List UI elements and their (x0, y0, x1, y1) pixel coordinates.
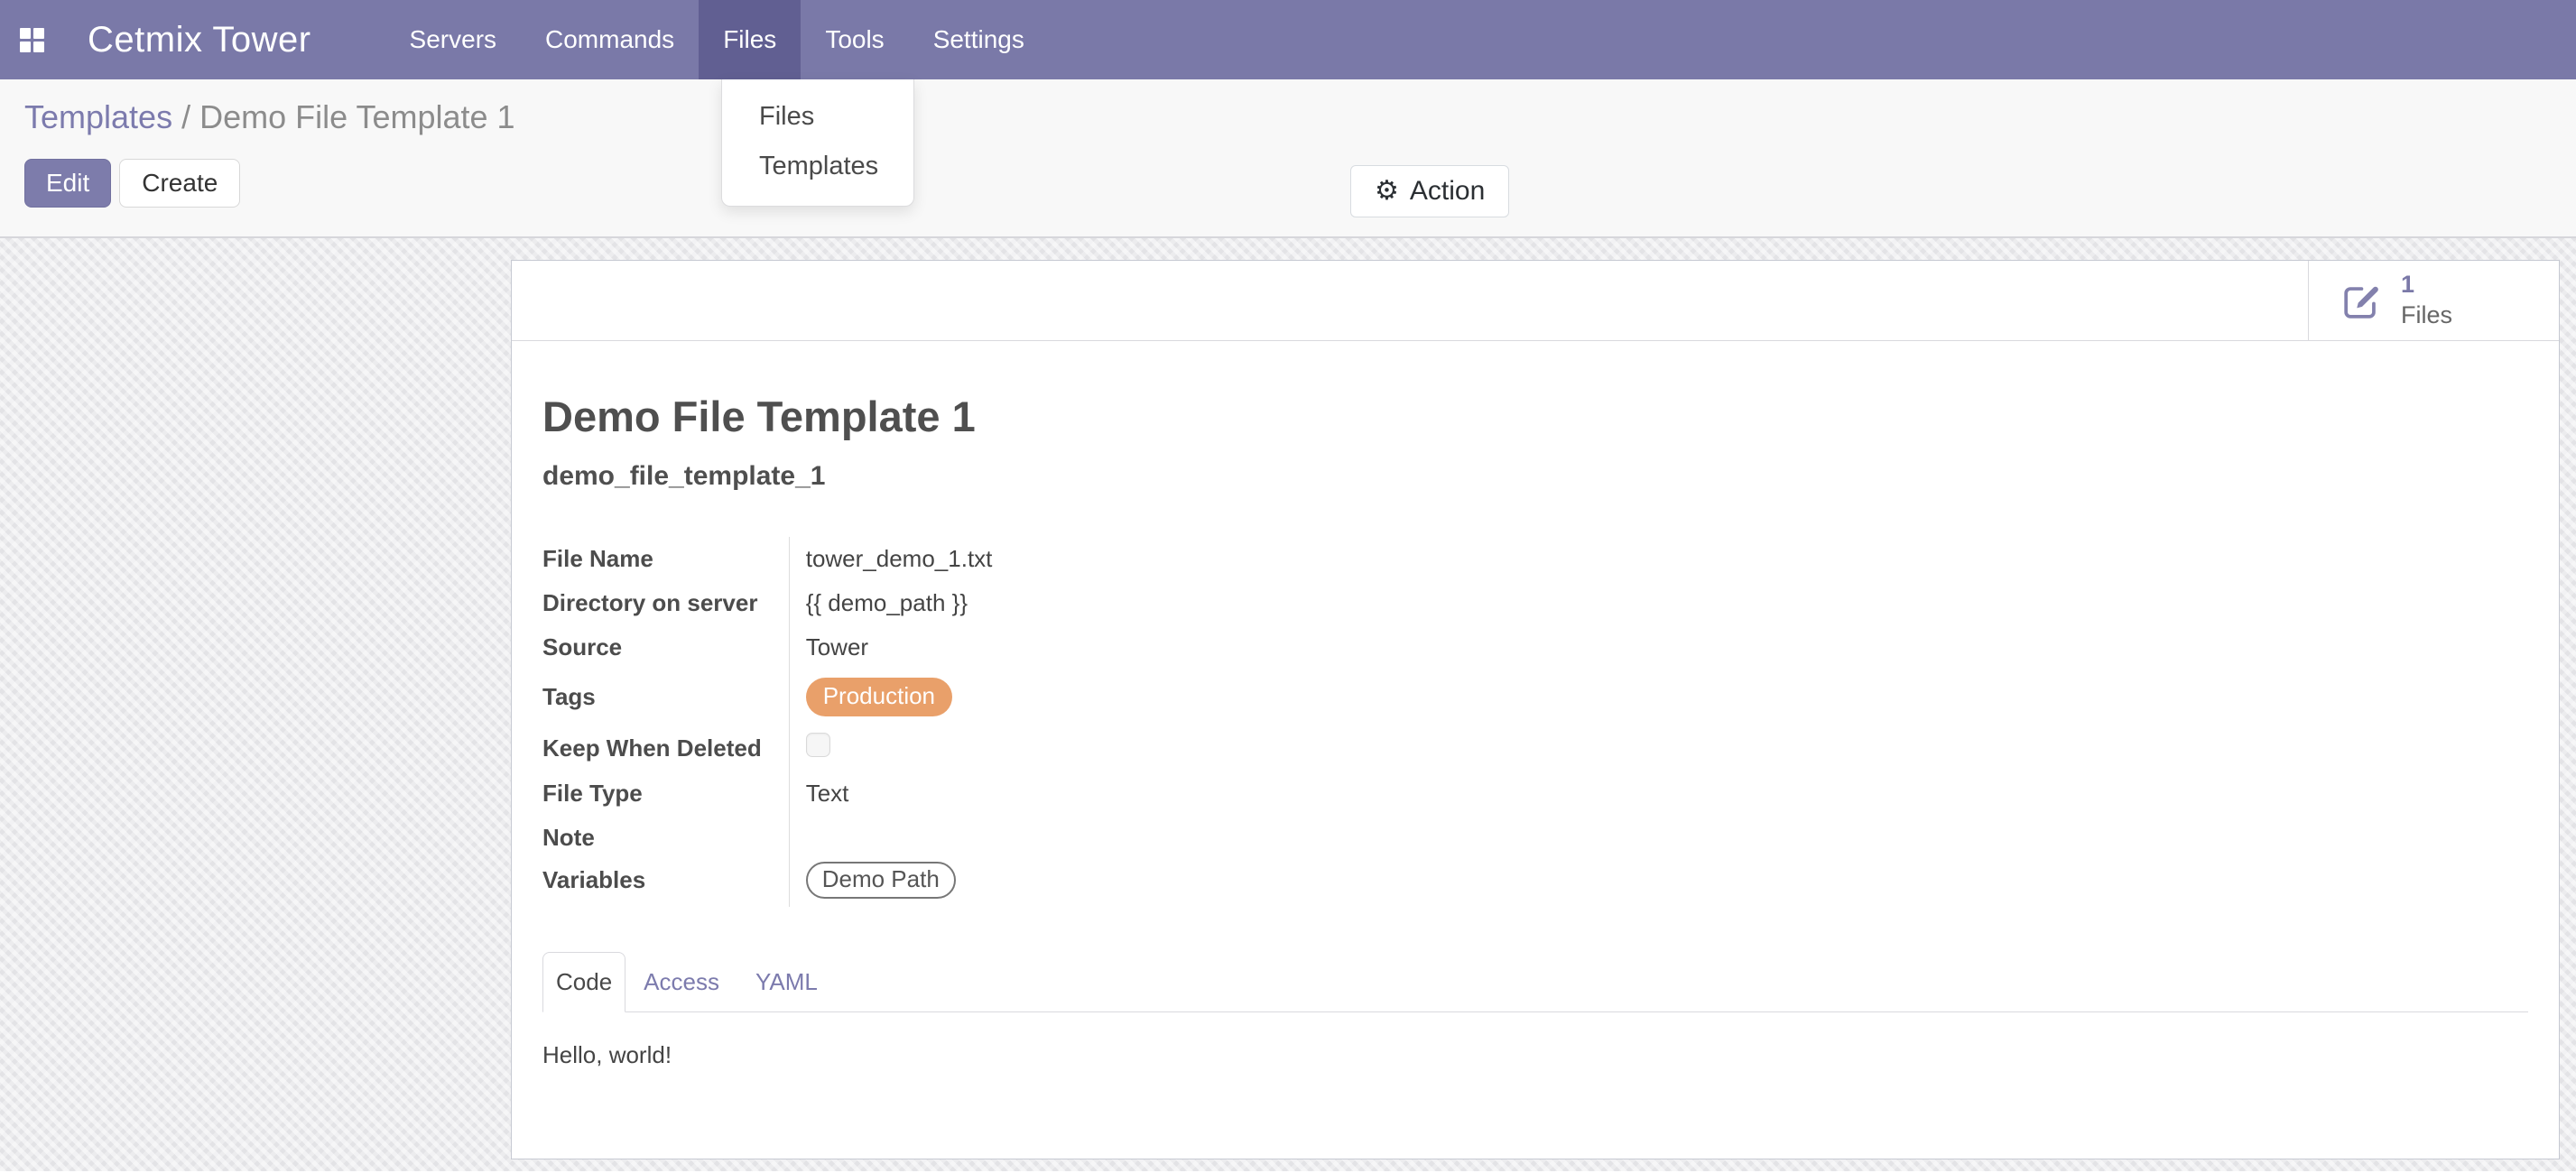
tab-code[interactable]: Code (542, 952, 625, 1012)
apps-menu-button[interactable] (0, 0, 62, 79)
edit-button[interactable]: Edit (24, 159, 111, 208)
breadcrumb-current: Demo File Template 1 (199, 98, 515, 135)
field-label-keep-when-deleted: Keep When Deleted (542, 725, 789, 771)
field-table: File Name tower_demo_1.txt Directory on … (542, 537, 992, 907)
field-value-file-name: tower_demo_1.txt (789, 537, 992, 581)
field-label-tags: Tags (542, 670, 789, 725)
action-button-label: Action (1410, 176, 1485, 207)
tab-yaml[interactable]: YAML (737, 953, 836, 1011)
gear-icon: ⚙ (1375, 178, 1399, 205)
field-value-source: Tower (789, 625, 992, 670)
dropdown-item-templates[interactable]: Templates (722, 142, 913, 191)
record-reference: demo_file_template_1 (542, 461, 2526, 492)
field-row-tags: Tags Production (542, 670, 992, 725)
field-row-note: Note (542, 816, 992, 854)
field-row-keep-when-deleted: Keep When Deleted (542, 725, 992, 771)
breadcrumb: Templates / Demo File Template 1 (24, 97, 2576, 137)
control-panel: Templates / Demo File Template 1 Edit Cr… (0, 79, 2576, 238)
form-view-background: 1 Files Demo File Template 1 demo_file_t… (0, 238, 2576, 1171)
field-label-directory: Directory on server (542, 581, 789, 625)
main-menu: Servers Commands Files Tools Settings (385, 0, 1049, 79)
keep-when-deleted-checkbox[interactable] (806, 733, 830, 757)
variable-demo-path-pill[interactable]: Demo Path (806, 862, 956, 899)
sheet-body: Demo File Template 1 demo_file_template_… (512, 341, 2559, 1069)
record-sheet: 1 Files Demo File Template 1 demo_file_t… (511, 260, 2560, 1159)
menu-item-commands[interactable]: Commands (521, 0, 699, 79)
field-label-file-type: File Type (542, 771, 789, 816)
tab-access[interactable]: Access (625, 953, 737, 1011)
field-value-note (789, 816, 992, 854)
notebook-tabs: Code Access YAML (542, 952, 2528, 1012)
field-label-source: Source (542, 625, 789, 670)
breadcrumb-separator: / (172, 98, 199, 135)
record-title: Demo File Template 1 (542, 392, 2526, 441)
field-label-note: Note (542, 816, 789, 854)
menu-item-tools[interactable]: Tools (801, 0, 908, 79)
stat-button-strip: 1 Files (512, 261, 2559, 341)
edit-note-icon (2340, 280, 2381, 321)
control-buttons: Edit Create (24, 159, 2576, 208)
apps-grid-icon (20, 28, 44, 52)
stat-text: 1 Files (2401, 270, 2452, 331)
dropdown-item-files[interactable]: Files (722, 92, 913, 142)
tag-production[interactable]: Production (806, 678, 952, 716)
files-stat-button[interactable]: 1 Files (2308, 261, 2559, 340)
field-row-source: Source Tower (542, 625, 992, 670)
create-button[interactable]: Create (119, 159, 240, 208)
field-label-variables: Variables (542, 854, 789, 907)
code-tab-content: Hello, world! (542, 1041, 2526, 1069)
field-row-variables: Variables Demo Path (542, 854, 992, 907)
field-row-file-type: File Type Text (542, 771, 992, 816)
field-value-file-type: Text (789, 771, 992, 816)
stat-count: 1 (2401, 270, 2452, 300)
app-brand[interactable]: Cetmix Tower (62, 0, 338, 79)
field-row-directory: Directory on server {{ demo_path }} (542, 581, 992, 625)
field-label-file-name: File Name (542, 537, 789, 581)
menu-item-servers[interactable]: Servers (385, 0, 521, 79)
menu-item-files[interactable]: Files (699, 0, 801, 79)
action-button[interactable]: ⚙ Action (1350, 165, 1509, 217)
field-row-file-name: File Name tower_demo_1.txt (542, 537, 992, 581)
menu-item-settings[interactable]: Settings (909, 0, 1049, 79)
field-value-directory: {{ demo_path }} (789, 581, 992, 625)
breadcrumb-templates-link[interactable]: Templates (24, 98, 172, 135)
top-navbar: Cetmix Tower Servers Commands Files Tool… (0, 0, 2576, 79)
stat-label: Files (2401, 300, 2452, 331)
files-dropdown-menu: Files Templates (721, 79, 914, 207)
